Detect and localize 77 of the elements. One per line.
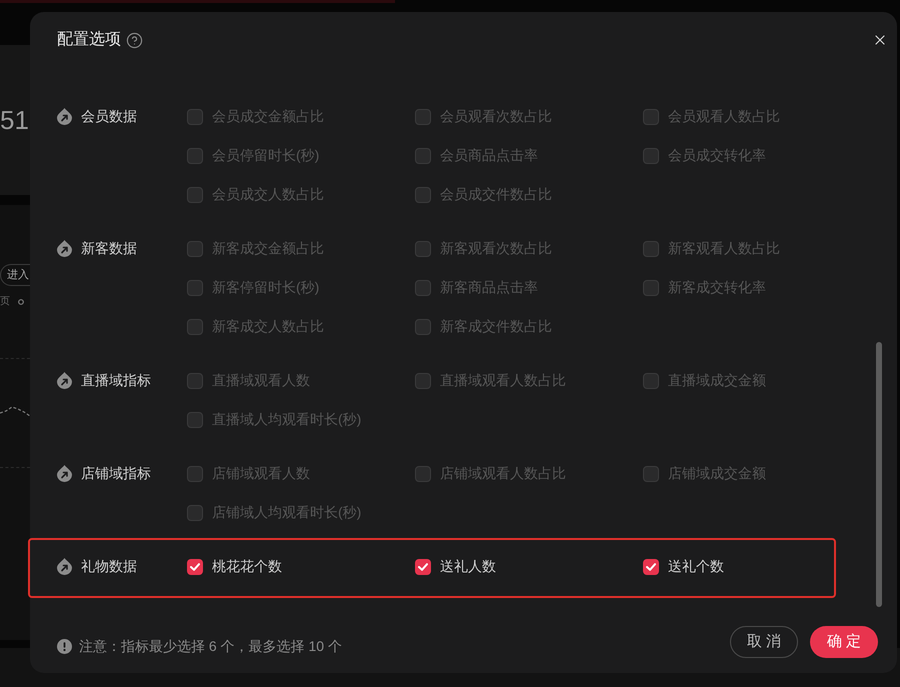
option-label: 店铺域成交金额 [668,464,766,483]
section-title: 新客数据 [81,239,137,258]
option-label: 桃花花个数 [212,557,282,576]
checkbox[interactable] [187,504,203,520]
option-label: 会员观看次数占比 [440,107,552,126]
checkbox[interactable] [187,466,203,482]
checkbox[interactable] [415,558,431,574]
checkbox[interactable] [415,186,431,202]
option-label: 会员成交件数占比 [440,185,552,204]
confirm-button[interactable]: 确 定 [810,626,878,658]
option-label: 新客停留时长(秒) [212,278,320,297]
checkbox[interactable] [643,558,659,574]
option-label: 会员成交金额占比 [212,107,324,126]
checkbox[interactable] [187,280,203,296]
checkbox[interactable] [415,318,431,334]
checkbox[interactable] [643,466,659,482]
option-label: 店铺域观看人数占比 [440,464,566,483]
option-label: 新客成交件数占比 [440,317,552,336]
stat-value: 51 [0,105,30,135]
help-icon[interactable] [126,32,143,48]
option-label: 新客成交转化率 [668,278,766,297]
option-label: 店铺域人均观看时长(秒) [212,503,362,522]
checkbox[interactable] [187,558,203,574]
option-label: 会员成交人数占比 [212,185,324,204]
section-title: 店铺域指标 [81,464,151,483]
cancel-button[interactable]: 取 消 [730,626,798,658]
option-label: 送礼个数 [668,557,724,576]
checkbox[interactable] [415,280,431,296]
checkbox[interactable] [643,240,659,256]
option-label: 直播域人均观看时长(秒) [212,410,362,429]
option-label: 店铺域观看人数 [212,464,310,483]
arrow-drop-icon [57,240,72,257]
note-text: 注意：指标最少选择 6 个，最多选择 10 个 [79,636,342,656]
checkbox[interactable] [187,108,203,124]
scrollbar-thumb[interactable] [876,342,882,607]
checkbox[interactable] [187,372,203,388]
option-label: 会员商品点击率 [440,146,538,165]
checkbox[interactable] [415,240,431,256]
legend-ring-icon [18,299,24,305]
option-label: 会员停留时长(秒) [212,146,320,165]
checkbox[interactable] [415,108,431,124]
option-label: 新客成交金额占比 [212,239,324,258]
option-label: 送礼人数 [440,557,496,576]
check-icon [646,562,656,570]
warning-icon [57,638,72,654]
arrow-drop-icon [57,558,72,575]
option-label: 会员成交转化率 [668,146,766,165]
checkbox[interactable] [415,372,431,388]
option-label: 新客商品点击率 [440,278,538,297]
checkbox[interactable] [187,318,203,334]
legend-label: 页 [0,296,10,308]
option-label: 会员观看人数占比 [668,107,780,126]
option-label: 新客成交人数占比 [212,317,324,336]
arrow-drop-icon [57,372,72,389]
arrow-drop-icon [57,465,72,482]
checkbox[interactable] [415,148,431,164]
option-label: 新客观看人数占比 [668,239,780,258]
option-label: 新客观看次数占比 [440,239,552,258]
checkbox[interactable] [187,148,203,164]
option-label: 直播域观看人数占比 [440,371,566,390]
checkbox[interactable] [187,240,203,256]
arrow-drop-icon [57,108,72,125]
checkbox[interactable] [643,148,659,164]
checkbox[interactable] [643,372,659,388]
checkbox[interactable] [415,466,431,482]
checkbox[interactable] [643,280,659,296]
checkbox[interactable] [187,186,203,202]
check-icon [190,562,200,570]
check-icon [418,562,428,570]
checkbox[interactable] [643,108,659,124]
section-title: 直播域指标 [81,371,151,390]
option-label: 直播域观看人数 [212,371,310,390]
dialog-title: 配置选项 [57,30,121,50]
checkbox[interactable] [187,412,203,428]
section-title: 会员数据 [81,107,137,126]
option-label: 直播域成交金额 [668,371,766,390]
section-title: 礼物数据 [81,557,137,576]
